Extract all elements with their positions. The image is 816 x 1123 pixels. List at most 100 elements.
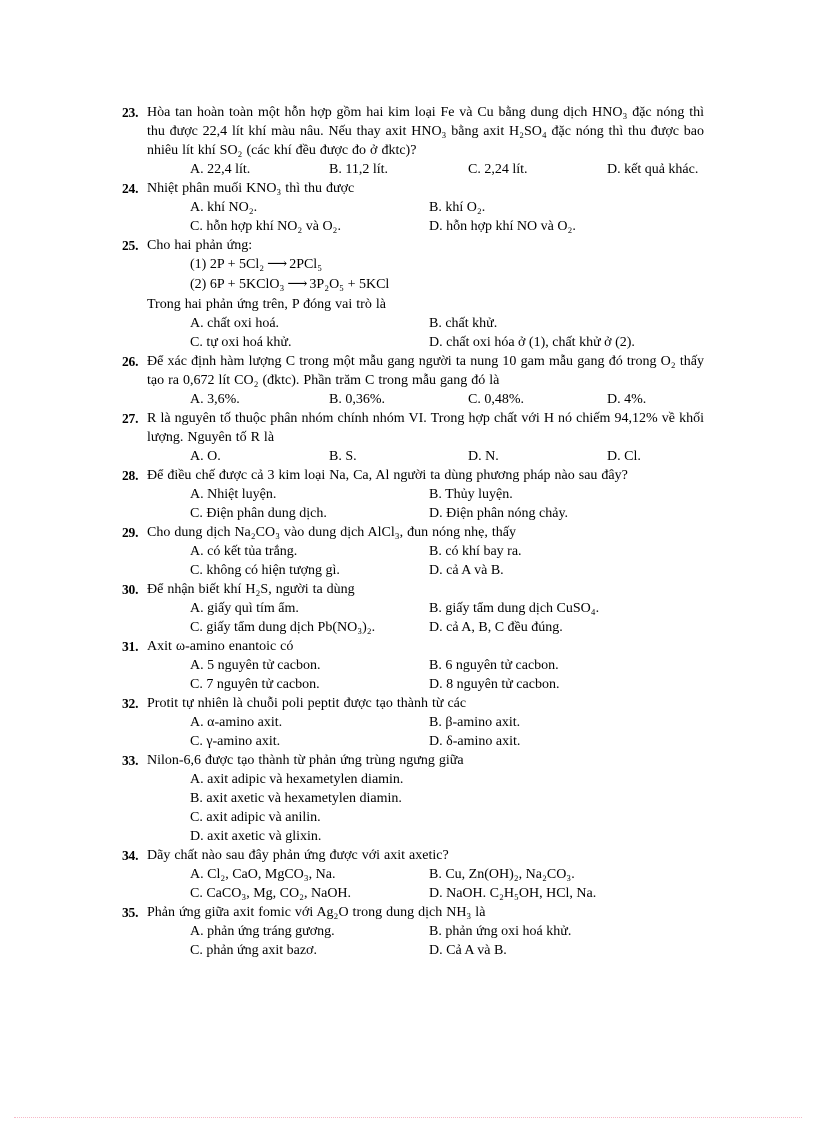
question-number: 23. [122,105,139,120]
answer-option[interactable]: D. 8 nguyên tử cacbon. [429,675,704,694]
answer-option[interactable]: C. 2,24 lít. [468,160,607,179]
question-stem: R là nguyên tố thuộc phân nhóm chính nhó… [147,411,704,445]
answer-option[interactable]: D. cả A và B. [429,561,704,580]
question-block: 27. R là nguyên tố thuộc phân nhóm chính … [122,409,704,466]
question-block: 34. Dãy chất nào sau đây phản ứng được vớ… [122,846,704,903]
question-stem: Nilon-6,6 được tạo thành từ phản ứng trù… [147,753,464,768]
answer-option[interactable]: D. Cả A và B. [429,941,704,960]
answer-option[interactable]: C. Điện phân dung dịch. [190,504,429,523]
answer-option[interactable]: B. 0,36%. [329,390,468,409]
question-stem: Để điều chế được cả 3 kim loại Na, Ca, A… [147,468,628,483]
option-row: C. CaCO₃, Mg, CO₂, NaOH. D. NaOH. C₂H₅OH,… [190,884,704,903]
option-row: C. giấy tẩm dung dịch Pb(NO₃)₂. D. cả A, … [190,618,704,637]
equation-reactants: 2P + 5Cl₂ [209,257,265,272]
question-stem: Phản ứng giữa axit fomic với Ag₂O trong … [147,905,486,920]
answer-option[interactable]: A. Nhiệt luyện. [190,485,429,504]
answer-option[interactable]: D. kết quả khác. [607,160,704,179]
question-block: 29. Cho dung dịch Na₂CO₃ vào dung dịch Al… [122,523,704,580]
answer-option[interactable]: A. α-amino axit. [190,713,429,732]
option-row: A. phản ứng tráng gương. B. phản ứng oxi … [190,922,704,941]
answer-option[interactable]: D. Điện phân nóng chảy. [429,504,704,523]
question-stem: Dãy chất nào sau đây phản ứng được với a… [147,848,449,863]
answer-option[interactable]: B. S. [329,447,468,466]
answer-option[interactable]: D. cả A, B, C đều đúng. [429,618,704,637]
answer-option[interactable]: A. axit adipic và hexametylen diamin. [190,770,704,789]
question-block: 23. Hòa tan hoàn toàn một hỗn hợp gồm hai… [122,103,704,179]
answer-option[interactable]: D. Cl. [607,447,704,466]
answer-option[interactable]: B. chất khử. [429,314,704,333]
question-body: Cho hai phản ứng: (1) 2P + 5Cl₂ ⟶ 2PCl₅ (2) … [147,236,704,352]
answer-option[interactable]: C. 7 nguyên tử cacbon. [190,675,429,694]
option-row: A. axit adipic và hexametylen diamin. [190,770,704,789]
option-group: A. Cl₂, CaO, MgCO₃, Na. B. Cu, Zn(OH)₂, N… [147,865,704,903]
answer-option[interactable]: B. giấy tẩm dung dịch CuSO₄. [429,599,704,618]
answer-option[interactable]: B. phản ứng oxi hoá khử. [429,922,704,941]
answer-option[interactable]: B. 11,2 lít. [329,160,468,179]
answer-option[interactable]: B. Cu, Zn(OH)₂, Na₂CO₃. [429,865,704,884]
answer-option[interactable]: D. axit axetic và glixin. [190,827,704,846]
answer-option[interactable]: C. giấy tẩm dung dịch Pb(NO₃)₂. [190,618,429,637]
option-row: A. 3,6%. B. 0,36%. C. 0,48%. D. 4%. [190,390,704,409]
answer-option[interactable]: B. 6 nguyên tử cacbon. [429,656,704,675]
question-stem: Cho hai phản ứng: [147,238,253,253]
answer-option[interactable]: C. CaCO₃, Mg, CO₂, NaOH. [190,884,429,903]
answer-option[interactable]: A. có kết tủa trắng. [190,542,429,561]
question-stem: Protit tự nhiên là chuỗi poli peptit đượ… [147,696,467,711]
question-block: 33. Nilon-6,6 được tạo thành từ phản ứng … [122,751,704,846]
option-row: A. khí NO₂. B. khí O₂. [190,198,704,217]
option-row: C. tự oxi hoá khử. D. chất oxi hóa ở (1),… [190,333,704,352]
answer-option[interactable]: D. N. [468,447,607,466]
question-stem: Nhiệt phân muối KNO₃ thì thu được [147,181,355,196]
answer-option[interactable]: D. NaOH. C₂H₅OH, HCl, Na. [429,884,704,903]
answer-option[interactable]: A. 5 nguyên tử cacbon. [190,656,429,675]
answer-option[interactable]: B. có khí bay ra. [429,542,704,561]
answer-option[interactable]: D. chất oxi hóa ở (1), chất khử ở (2). [429,333,704,352]
answer-option[interactable]: B. Thủy luyện. [429,485,704,504]
reaction-arrow-icon: ⟶ [287,277,307,292]
option-group: A. 22,4 lít. B. 11,2 lít. C. 2,24 lít. D. k… [147,160,704,179]
question-number: 25. [122,238,139,253]
option-row: A. có kết tủa trắng. B. có khí bay ra. [190,542,704,561]
option-row: C. γ-amino axit. D. δ-amino axit. [190,732,704,751]
answer-option[interactable]: D. δ-amino axit. [429,732,704,751]
option-group: A. 3,6%. B. 0,36%. C. 0,48%. D. 4%. [147,390,704,409]
answer-option[interactable]: B. axit axetic và hexametylen diamin. [190,789,704,808]
answer-option[interactable]: C. không có hiện tượng gì. [190,561,429,580]
answer-option[interactable]: D. hỗn hợp khí NO và O₂. [429,217,704,236]
answer-option[interactable]: A. chất oxi hoá. [190,314,429,333]
chemical-equation: (1) 2P + 5Cl₂ ⟶ 2PCl₅ [147,255,704,275]
question-block: 30. Để nhận biết khí H₂S, người ta dùng A.… [122,580,704,637]
answer-option[interactable]: A. khí NO₂. [190,198,429,217]
answer-option[interactable]: A. 22,4 lít. [190,160,329,179]
answer-option[interactable]: A. Cl₂, CaO, MgCO₃, Na. [190,865,429,884]
option-group: A. 5 nguyên tử cacbon. B. 6 nguyên tử cac… [147,656,704,694]
option-group: A. phản ứng tráng gương. B. phản ứng oxi … [147,922,704,960]
question-body: Để nhận biết khí H₂S, người ta dùng A. gi… [147,580,704,637]
option-row: C. Điện phân dung dịch. D. Điện phân nóng… [190,504,704,523]
answer-option[interactable]: C. γ-amino axit. [190,732,429,751]
answer-option[interactable]: B. khí O₂. [429,198,704,217]
answer-option[interactable]: A. O. [190,447,329,466]
answer-option[interactable]: C. 0,48%. [468,390,607,409]
question-number: 30. [122,582,139,597]
answer-option[interactable]: C. axit adipic và anilin. [190,808,704,827]
answer-option[interactable]: C. hỗn hợp khí NO₂ và O₂. [190,217,429,236]
question-number: 24. [122,181,139,196]
answer-option[interactable]: A. phản ứng tráng gương. [190,922,429,941]
option-row: C. không có hiện tượng gì. D. cả A và B. [190,561,704,580]
answer-option[interactable]: D. 4%. [607,390,704,409]
question-number: 31. [122,639,139,654]
option-row: A. giấy quì tím ẩm. B. giấy tẩm dung dịch… [190,599,704,618]
question-body: Nilon-6,6 được tạo thành từ phản ứng trù… [147,751,704,846]
question-number: 33. [122,753,139,768]
answer-option[interactable]: A. giấy quì tím ẩm. [190,599,429,618]
option-group: A. chất oxi hoá. B. chất khử. C. tự oxi ho… [147,314,704,352]
option-group: A. khí NO₂. B. khí O₂. C. hỗn hợp khí NO₂ … [147,198,704,236]
option-group: A. Nhiệt luyện. B. Thủy luyện. C. Điện phâ… [147,485,704,523]
answer-option[interactable]: C. tự oxi hoá khử. [190,333,429,352]
answer-option[interactable]: C. phản ứng axit bazơ. [190,941,429,960]
option-row: A. chất oxi hoá. B. chất khử. [190,314,704,333]
footer-divider [14,1117,802,1118]
answer-option[interactable]: A. 3,6%. [190,390,329,409]
answer-option[interactable]: B. β-amino axit. [429,713,704,732]
